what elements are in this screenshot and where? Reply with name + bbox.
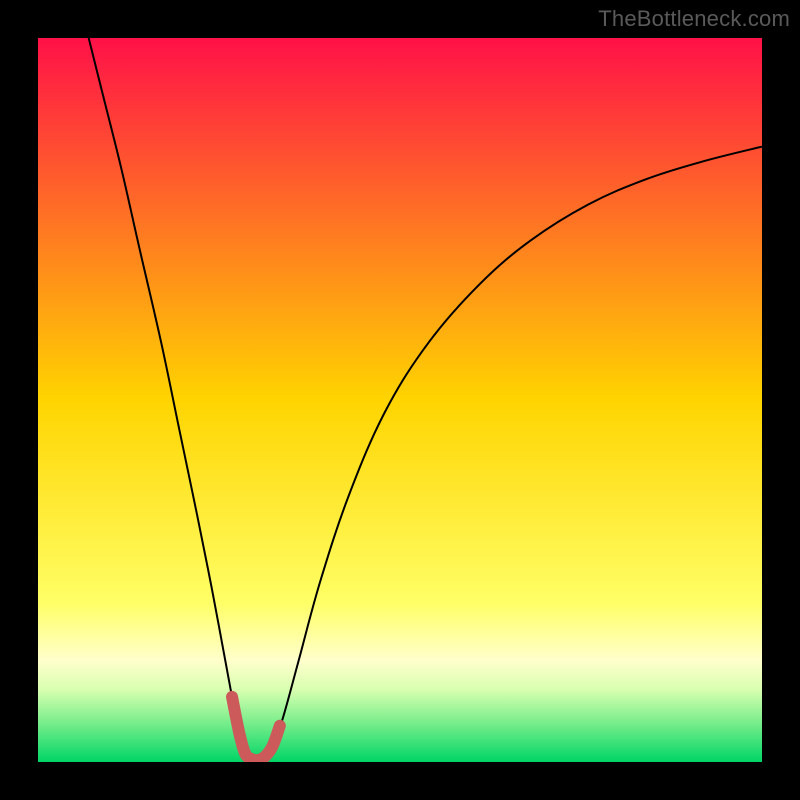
chart-background	[38, 38, 762, 762]
chart-frame: TheBottleneck.com	[0, 0, 800, 800]
plot-area	[38, 38, 762, 762]
chart-svg	[38, 38, 762, 762]
watermark-label: TheBottleneck.com	[598, 6, 790, 32]
